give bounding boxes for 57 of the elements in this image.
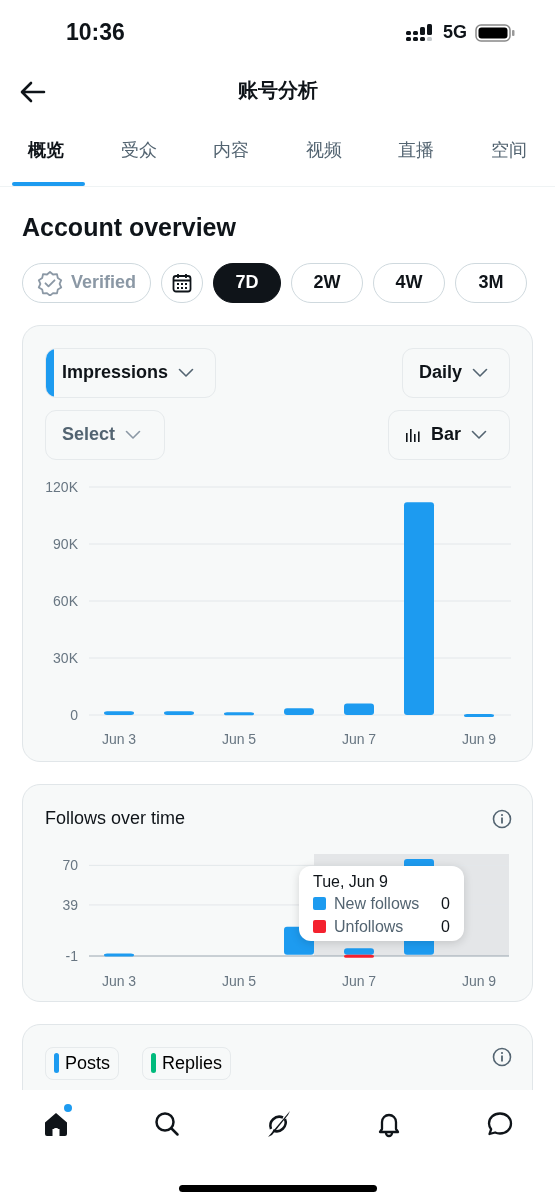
- tooltip-value: 0: [441, 916, 450, 937]
- y-axis-label: -1: [65, 947, 78, 964]
- battery-icon: [475, 23, 515, 42]
- tooltip-title: Tue, Jun 9: [313, 871, 389, 892]
- card-title: Follows over time: [45, 807, 186, 830]
- y-axis-label: 30K: [53, 649, 78, 666]
- calendar-button[interactable]: [161, 262, 204, 303]
- x-axis-label: Jun 7: [341, 730, 377, 747]
- time-range-chip[interactable]: 7D: [213, 262, 282, 303]
- y-axis-label: 60K: [53, 592, 78, 609]
- tab[interactable]: 概览: [0, 115, 93, 186]
- tab[interactable]: 直播: [370, 115, 463, 186]
- metric-dropdown[interactable]: Impressions: [45, 347, 216, 398]
- tooltip-label: New follows: [334, 894, 420, 915]
- status-time: 10:36: [66, 18, 125, 48]
- section-title: Account overview: [22, 212, 237, 243]
- signal-icon: [406, 23, 435, 42]
- y-axis-label: 0: [70, 706, 78, 723]
- bar-chart-icon: [405, 427, 421, 442]
- x-axis-label: Jun 7: [341, 972, 377, 989]
- y-axis-label: 120K: [45, 478, 78, 495]
- x-axis-label: Jun 3: [101, 972, 137, 989]
- verified-badge-icon: [37, 269, 63, 296]
- tab[interactable]: 受众: [92, 115, 185, 186]
- home-icon: [42, 1110, 70, 1138]
- time-range-chip[interactable]: 3M: [455, 262, 528, 303]
- y-axis-label: 70: [62, 856, 78, 873]
- legend-toggle[interactable]: Replies: [142, 1046, 232, 1080]
- tab[interactable]: 内容: [185, 115, 278, 186]
- chevron-down-icon: [125, 429, 142, 440]
- network-label: 5G: [443, 21, 467, 44]
- x-axis-label: Jun 3: [101, 730, 137, 747]
- chart-type-dropdown[interactable]: Bar: [388, 409, 510, 460]
- page-title: 账号分析: [237, 78, 318, 103]
- tab[interactable]: 视频: [277, 115, 370, 186]
- x-axis-label: Jun 5: [221, 972, 257, 989]
- chevron-down-icon: [178, 367, 195, 378]
- y-axis-label: 39: [62, 896, 78, 913]
- tooltip-value: 0: [441, 894, 450, 915]
- chat-bubble-icon: [486, 1110, 514, 1138]
- legend-toggle[interactable]: Posts: [45, 1046, 120, 1080]
- calendar-icon: [172, 272, 193, 293]
- time-range-chip[interactable]: 2W: [291, 262, 364, 303]
- x-axis-label: Jun 5: [221, 730, 257, 747]
- search-icon: [153, 1110, 181, 1138]
- chevron-down-icon: [472, 367, 489, 378]
- interval-dropdown[interactable]: Daily: [402, 347, 510, 398]
- y-axis-label: 90K: [53, 535, 78, 552]
- compare-dropdown[interactable]: Select: [45, 409, 165, 460]
- tab[interactable]: 空间: [462, 115, 555, 186]
- chevron-down-icon: [471, 429, 487, 440]
- time-range-chip[interactable]: 4W: [373, 262, 446, 303]
- info-icon[interactable]: [492, 808, 512, 829]
- x-axis-label: Jun 9: [461, 730, 497, 747]
- tooltip-label: Unfollows: [334, 916, 404, 937]
- info-icon[interactable]: [492, 1046, 512, 1067]
- x-axis-label: Jun 9: [461, 972, 497, 989]
